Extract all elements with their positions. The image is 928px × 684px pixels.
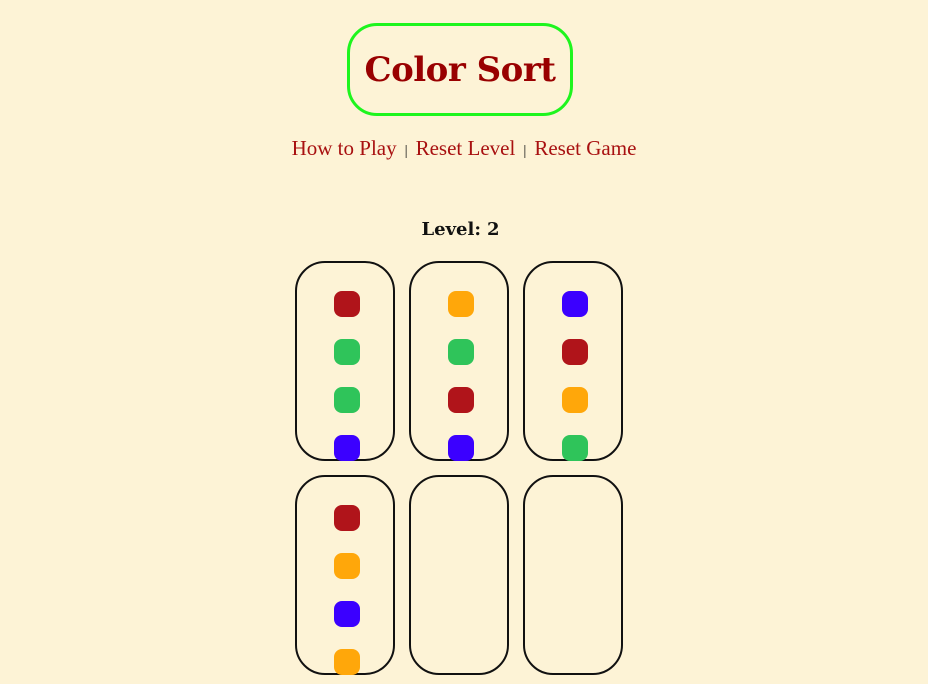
nav-separator: | — [404, 143, 408, 159]
reset-game-link[interactable]: Reset Game — [534, 136, 636, 161]
tube[interactable] — [523, 475, 623, 675]
tube[interactable] — [295, 475, 395, 675]
ball-orange — [334, 553, 360, 579]
nav-bar: How to Play | Reset Level | Reset Game — [0, 136, 928, 161]
tube[interactable] — [295, 261, 395, 461]
tube[interactable] — [409, 475, 509, 675]
ball-blue — [562, 291, 588, 317]
ball-orange — [562, 387, 588, 413]
level-label: Level: — [421, 219, 481, 240]
tube[interactable] — [409, 261, 509, 461]
ball-green — [334, 387, 360, 413]
ball-green — [448, 339, 474, 365]
how-to-play-link[interactable]: How to Play — [292, 136, 397, 161]
ball-orange — [448, 291, 474, 317]
level-value: 2 — [486, 219, 500, 240]
level-indicator: Level: 2 — [0, 219, 921, 240]
ball-red — [334, 291, 360, 317]
ball-green — [334, 339, 360, 365]
ball-blue — [448, 435, 474, 461]
reset-level-link[interactable]: Reset Level — [416, 136, 516, 161]
ball-orange — [334, 649, 360, 675]
ball-blue — [334, 601, 360, 627]
tube[interactable] — [523, 261, 623, 461]
ball-blue — [334, 435, 360, 461]
ball-red — [562, 339, 588, 365]
nav-separator: | — [523, 143, 527, 159]
ball-red — [334, 505, 360, 531]
title-box: Color Sort — [347, 23, 573, 116]
ball-green — [562, 435, 588, 461]
game-title: Color Sort — [364, 49, 556, 90]
ball-red — [448, 387, 474, 413]
